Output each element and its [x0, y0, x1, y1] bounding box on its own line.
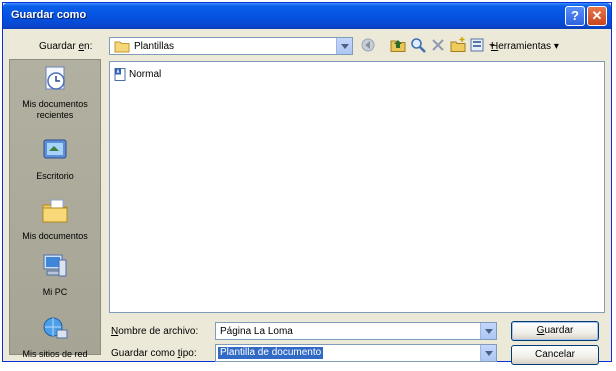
views-icon[interactable]: [469, 36, 487, 54]
help-button[interactable]: ?: [565, 6, 585, 26]
filetype-label: Guardar como tipo:: [111, 348, 197, 359]
location-value: Plantillas: [134, 41, 175, 52]
up-folder-icon[interactable]: [389, 36, 407, 54]
tools-menu[interactable]: Herramientas ▾: [491, 41, 559, 52]
back-icon[interactable]: [359, 36, 377, 54]
filename-value: Página La Loma: [220, 326, 293, 337]
filename-field[interactable]: Página La Loma: [215, 322, 497, 340]
chevron-down-icon[interactable]: [336, 38, 352, 54]
delete-icon[interactable]: [429, 36, 447, 54]
save-as-dialog: Guardar como ? ✕ Guardar en: Plantillas: [2, 2, 612, 365]
new-folder-icon[interactable]: [449, 36, 467, 54]
filetype-dropdown[interactable]: Plantilla de documento: [215, 344, 497, 362]
title-bar[interactable]: Guardar como ? ✕: [3, 3, 611, 29]
cancel-button[interactable]: Cancelar: [511, 345, 599, 365]
save-in-label: Guardar en:: [39, 41, 93, 52]
word-document-icon: [114, 67, 126, 81]
network-places-icon: [43, 317, 68, 339]
place-my-computer[interactable]: Mi PC: [10, 252, 100, 298]
filetype-value: Plantilla de documento: [218, 347, 324, 359]
window-title: Guardar como: [11, 9, 87, 21]
place-my-documents[interactable]: Mis documentos: [10, 196, 100, 242]
location-dropdown[interactable]: Plantillas: [109, 37, 353, 55]
close-button[interactable]: ✕: [587, 6, 607, 26]
my-documents-icon: [42, 199, 68, 223]
place-network[interactable]: Mis sitios de red: [10, 314, 100, 360]
save-button[interactable]: Guardar: [511, 321, 599, 341]
file-name: Normal: [129, 68, 162, 80]
file-list[interactable]: Normal: [109, 61, 605, 313]
recent-documents-icon: [45, 66, 65, 90]
folder-icon: [114, 41, 130, 53]
search-web-icon[interactable]: [409, 36, 427, 54]
list-item[interactable]: Normal: [114, 67, 161, 81]
chevron-down-icon[interactable]: [480, 323, 496, 339]
place-desktop[interactable]: Escritorio: [10, 136, 100, 182]
filename-label: Nombre de archivo:: [111, 326, 199, 337]
desktop-icon: [43, 139, 67, 159]
chevron-down-icon[interactable]: [480, 345, 496, 361]
places-bar: Mis documentos recientes Escritorio Mis …: [9, 59, 101, 359]
place-recent-documents[interactable]: Mis documentos recientes: [10, 64, 100, 121]
my-computer-icon: [43, 254, 67, 277]
